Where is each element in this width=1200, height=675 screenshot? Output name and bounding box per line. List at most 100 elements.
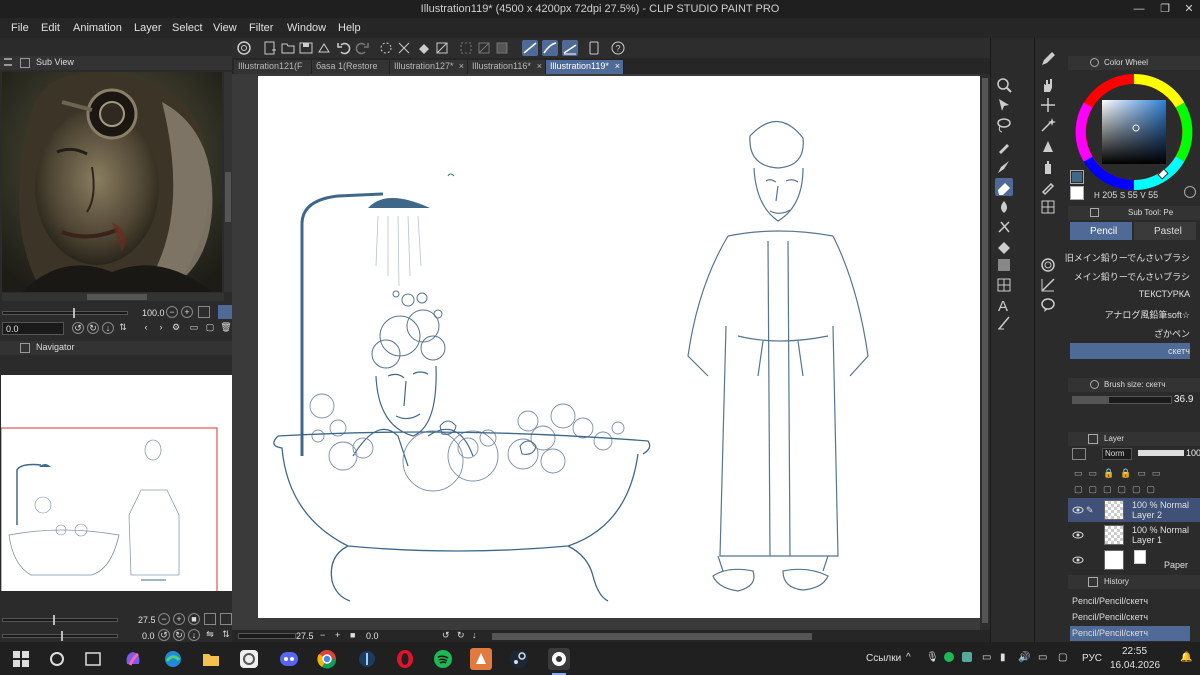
layer-action-toolbar[interactable]: ▢▢▢▢▢▢ (1074, 484, 1194, 498)
edge-icon[interactable] (162, 648, 184, 670)
subview-hscrollbar[interactable] (2, 293, 224, 301)
delete-icon[interactable]: 🗑 (220, 322, 232, 334)
save-icon[interactable] (298, 40, 314, 56)
copy-icon[interactable]: ▢ (204, 322, 216, 334)
brush-tool-icon[interactable] (995, 158, 1013, 176)
visibility-eye-icon[interactable] (1072, 530, 1084, 540)
chevron-up-icon[interactable]: ^ (906, 652, 911, 663)
eyedropper-tool-icon[interactable] (995, 138, 1013, 156)
main-color-swatch[interactable] (1070, 170, 1084, 184)
battery-icon[interactable]: ▭ (1038, 652, 1047, 663)
snap-ruler-icon[interactable] (522, 40, 538, 56)
zoom-out-icon[interactable]: − (320, 630, 325, 640)
clock-date[interactable]: 16.04.2026 (1110, 660, 1160, 671)
search-icon[interactable] (46, 648, 68, 670)
minimize-button[interactable]: — (1132, 2, 1146, 16)
zoom-out-icon[interactable]: − (166, 306, 178, 318)
brush-item[interactable]: アナログ風鉛筆soft☆ (1070, 305, 1190, 321)
subview-zoom-value[interactable]: 100.0 (142, 308, 165, 318)
visibility-eye-icon[interactable] (1072, 555, 1084, 565)
open-folder-icon[interactable] (280, 40, 296, 56)
deselect-icon[interactable] (458, 40, 474, 56)
app-orange-icon[interactable] (470, 648, 492, 670)
gradient-tool-icon[interactable] (995, 256, 1013, 274)
settings-icon[interactable]: ⚙ (170, 322, 182, 334)
subtool-tab-pastel[interactable]: Pastel (1134, 222, 1196, 240)
drawing-canvas[interactable] (258, 76, 981, 618)
help-icon[interactable]: ? (610, 40, 626, 56)
new-file-icon[interactable] (262, 40, 278, 56)
line-correction-tool-icon[interactable] (995, 314, 1013, 332)
flip-icon[interactable]: ⇅ (117, 322, 129, 334)
zoom-in-icon[interactable]: + (335, 630, 340, 640)
layer-opacity-value[interactable]: 100 (1186, 448, 1200, 458)
brush-item[interactable]: 旧メイン鉛りーでんさいブラシ (1065, 248, 1190, 264)
zoom-reset-icon[interactable]: ■ (350, 630, 355, 640)
microphone-icon[interactable]: 🎙 (926, 652, 939, 663)
windows-start-icon[interactable] (10, 648, 32, 670)
clip-studio-icon[interactable] (236, 40, 252, 56)
visibility-eye-icon[interactable] (1072, 505, 1084, 515)
next-image-icon[interactable]: › (155, 322, 167, 334)
subview-scrollbar[interactable] (224, 72, 232, 292)
ruler-tool-icon[interactable] (1039, 276, 1057, 294)
spotify-icon[interactable] (432, 648, 454, 670)
rotate-right-icon[interactable]: ↻ (173, 629, 185, 641)
rotate-left-icon[interactable]: ↺ (158, 629, 170, 641)
undo-icon[interactable] (336, 40, 352, 56)
opacity-slider[interactable] (1138, 450, 1184, 456)
chrome-icon[interactable] (316, 648, 338, 670)
subview-rotation-field[interactable]: 0.0 (2, 322, 64, 335)
canvas-vscrollbar[interactable] (980, 74, 990, 630)
file-explorer-icon[interactable] (200, 648, 222, 670)
chat-icon[interactable]: ▢ (1058, 652, 1067, 663)
brush-item-active[interactable]: скетч (1070, 343, 1190, 359)
color-wheel[interactable] (1074, 72, 1194, 192)
brush-item[interactable]: ざかペン (1070, 324, 1190, 340)
volume-icon[interactable]: 🔊 (1018, 652, 1030, 663)
tab-close-icon[interactable]: × (615, 60, 620, 72)
layer-lock-toolbar[interactable]: ▭▭🔒🔒▭▭ (1074, 468, 1194, 482)
layer-row-layer2[interactable]: ✎ 100 % Normal Layer 2 (1068, 498, 1200, 522)
blend-mode-select[interactable]: Norm (1102, 448, 1132, 460)
magic-wand-tool-icon[interactable] (1039, 116, 1057, 134)
selection-icon[interactable] (494, 40, 510, 56)
fill-icon[interactable] (416, 40, 432, 56)
close-button[interactable]: ✕ (1182, 2, 1196, 16)
network-icon[interactable]: ▮ (1000, 652, 1006, 663)
rotate-left-icon[interactable]: ↺ (72, 322, 84, 334)
canvas-zoom-value[interactable]: 27.5 (296, 631, 314, 641)
layer-property-icon[interactable] (1072, 448, 1086, 460)
reset-rotation-icon[interactable]: ↓ (472, 630, 477, 640)
device-icon[interactable] (586, 40, 602, 56)
eraser-tool-icon[interactable] (995, 178, 1013, 196)
tab-illustration119[interactable]: Illustration119* × (546, 60, 624, 74)
sub-color-swatch[interactable] (1070, 186, 1084, 200)
history-item[interactable]: Pencil/Pencil/скетч (1070, 610, 1190, 625)
decoration-tool-icon[interactable] (995, 218, 1013, 236)
fit-icon[interactable] (198, 306, 210, 318)
reset-rotation-icon[interactable]: ↓ (102, 322, 114, 334)
brush-item[interactable]: ТЕКСТУРКА (1070, 286, 1190, 302)
clip-studio-paint-icon[interactable] (548, 648, 570, 670)
pen-tool-icon[interactable] (1039, 50, 1057, 68)
canvas-zoom-slider[interactable] (238, 633, 296, 639)
fit-window-icon[interactable] (220, 613, 232, 625)
menu-help[interactable]: Help (338, 22, 361, 34)
menu-view[interactable]: View (213, 22, 237, 34)
copilot-icon[interactable] (122, 648, 144, 670)
reference-photo[interactable] (2, 72, 222, 292)
tray-app-icon[interactable] (962, 652, 972, 662)
pen-nib-tool-icon[interactable] (1039, 138, 1057, 156)
tab-basa1[interactable]: баsa 1(Restore (312, 60, 390, 74)
subtool-tab-pencil[interactable]: Pencil (1070, 222, 1132, 240)
app-icon[interactable] (356, 648, 378, 670)
object-tool-icon[interactable] (995, 96, 1013, 114)
zoom-in-icon[interactable]: + (173, 613, 185, 625)
menu-filter[interactable]: Filter (249, 22, 273, 34)
menu-edit[interactable]: Edit (41, 22, 60, 34)
snap-special-ruler-icon[interactable] (542, 40, 558, 56)
steam-icon[interactable] (508, 648, 530, 670)
zoom-reset-icon[interactable]: ■ (188, 613, 200, 625)
zoom-tool-icon[interactable] (995, 76, 1013, 94)
